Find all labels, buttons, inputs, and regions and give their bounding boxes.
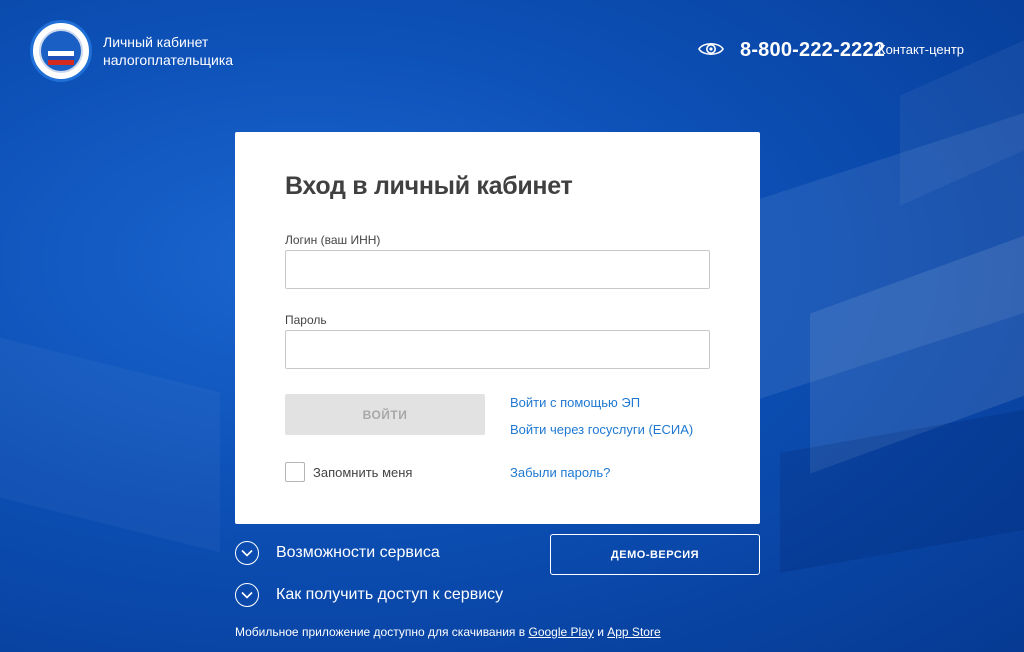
access-toggle-label: Как получить доступ к сервису: [276, 586, 504, 603]
forgot-password-link[interactable]: Забыли пароль?: [510, 465, 610, 480]
chevron-down-icon: [235, 583, 259, 607]
login-label: Логин (ваш ИНН): [285, 233, 381, 247]
emblem-icon: [39, 29, 83, 73]
login-card: Вход в личный кабинет Логин (ваш ИНН) Па…: [235, 132, 760, 524]
login-esia-link[interactable]: Войти через госуслуги (ЕСИА): [510, 422, 693, 437]
remember-label[interactable]: Запомнить меня: [313, 465, 412, 480]
login-input[interactable]: [285, 250, 710, 289]
brand-line-1: Личный кабинет: [103, 34, 209, 50]
fns-logo[interactable]: [30, 20, 92, 82]
app-store-link[interactable]: App Store: [607, 625, 660, 639]
features-toggle-label: Возможности сервиса: [276, 544, 440, 561]
remember-checkbox[interactable]: [285, 462, 305, 482]
and-text: и: [597, 625, 604, 639]
login-title: Вход в личный кабинет: [285, 172, 573, 200]
mobile-app-note: Мобильное приложение доступно для скачив…: [235, 625, 661, 639]
password-label: Пароль: [285, 313, 327, 327]
login-ep-link[interactable]: Войти с помощью ЭП: [510, 395, 640, 410]
bg-shape: [0, 327, 220, 553]
access-toggle[interactable]: Как получить доступ к сервису: [235, 583, 503, 607]
demo-button[interactable]: ДЕМО-ВЕРСИЯ: [550, 534, 760, 575]
google-play-link[interactable]: Google Play: [528, 625, 593, 639]
login-button[interactable]: ВОЙТИ: [285, 394, 485, 435]
chevron-down-icon: [235, 541, 259, 565]
eye-icon[interactable]: [698, 40, 724, 58]
mobile-app-note-text: Мобильное приложение доступно для скачив…: [235, 625, 526, 639]
flag-icon: [48, 51, 74, 66]
contact-center-link[interactable]: Контакт-центр: [878, 42, 964, 57]
hotline-phone[interactable]: 8-800-222-2222: [740, 39, 885, 62]
password-input[interactable]: [285, 330, 710, 369]
features-toggle[interactable]: Возможности сервиса: [235, 541, 440, 565]
brand-line-2: налогоплательщика: [103, 52, 234, 68]
header: Личный кабинет налогоплательщика 8-800-2…: [0, 0, 1024, 90]
brand-title[interactable]: Личный кабинет налогоплательщика: [103, 33, 233, 69]
